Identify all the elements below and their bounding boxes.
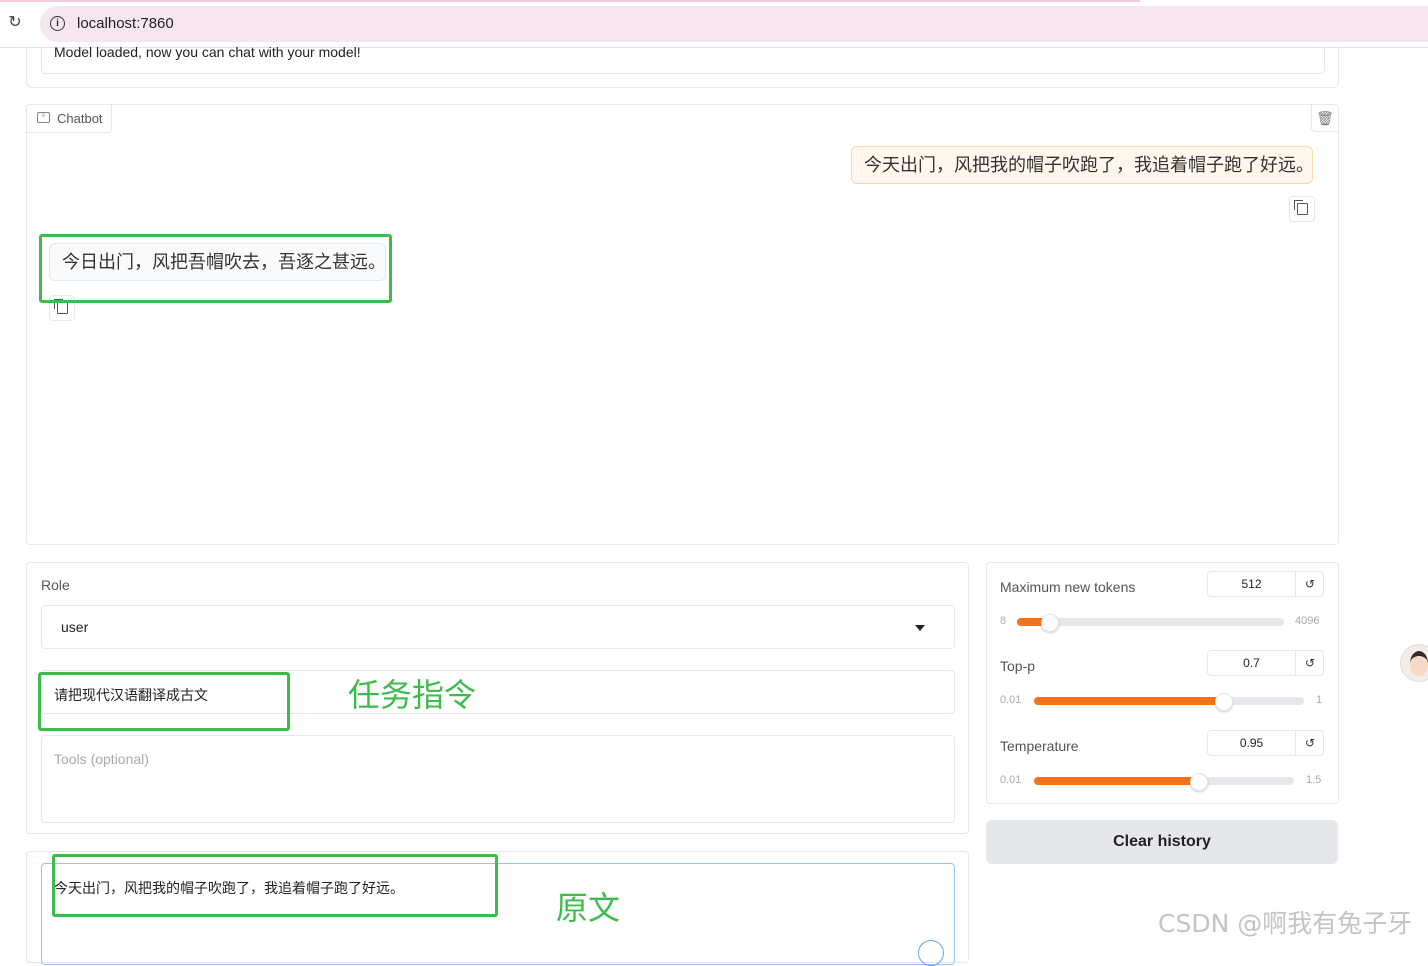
reload-icon[interactable]: ↻ <box>6 14 24 32</box>
browser-address-bar: ↻ i localhost:7860 <box>0 0 1428 48</box>
annotation-label-instruction: 任务指令 <box>348 676 477 714</box>
tools-input[interactable]: Tools (optional) <box>41 735 955 823</box>
slider-min: 0.01 <box>1000 694 1022 706</box>
reset-icon[interactable]: ↺ <box>1295 572 1324 596</box>
watermark: CSDN @啊我有兔子牙 <box>1158 909 1413 938</box>
chatbot-label-text: Chatbot <box>57 111 103 126</box>
number-value: 512 <box>1241 577 1262 591</box>
status-panel: Model loaded, now you can chat with your… <box>26 44 1339 88</box>
slider-track[interactable] <box>1017 614 1284 632</box>
slider-label: Maximum new tokens <box>1000 579 1136 595</box>
reset-icon[interactable]: ↺ <box>1295 651 1324 675</box>
slider-top-p: Top-p 0.7 ↺ 0.01 1 <box>987 650 1338 728</box>
annotation-box-instruction <box>38 672 290 731</box>
slider-label: Top-p <box>1000 658 1036 674</box>
chat-icon: ≡ <box>37 112 50 123</box>
site-info-icon[interactable]: i <box>50 16 65 31</box>
reset-icon[interactable]: ↺ <box>1295 731 1324 755</box>
slider-track[interactable] <box>1034 773 1294 791</box>
slider-max-new-tokens: Maximum new tokens 512 ↺ 8 4096 <box>987 571 1338 649</box>
copy-button[interactable] <box>1289 196 1315 222</box>
role-label: Role <box>41 577 70 593</box>
slider-knob[interactable] <box>1190 773 1208 791</box>
slider-min: 0.01 <box>1000 774 1022 786</box>
annotation-box-source <box>52 854 498 917</box>
slider-label: Temperature <box>1000 738 1079 754</box>
loading-bar <box>0 0 1140 2</box>
number-input[interactable]: 512 ↺ <box>1207 571 1324 597</box>
chatbot-label: ≡ Chatbot <box>27 105 112 133</box>
copy-icon <box>1294 200 1308 215</box>
avatar[interactable] <box>1400 644 1428 682</box>
role-value: user <box>61 619 89 635</box>
number-value: 0.7 <box>1243 656 1260 670</box>
status-text: Model loaded, now you can chat with your… <box>54 44 361 60</box>
slider-knob[interactable] <box>1215 693 1233 711</box>
tools-placeholder: Tools (optional) <box>54 751 149 767</box>
slider-max: 1 <box>1316 694 1323 706</box>
trash-icon[interactable]: 🗑 <box>1311 105 1338 132</box>
slider-min: 8 <box>1000 615 1007 627</box>
url-field[interactable]: i localhost:7860 <box>40 6 1428 42</box>
copy-icon <box>54 299 68 314</box>
slider-track[interactable] <box>1034 693 1304 711</box>
submit-spinner-icon[interactable] <box>918 940 944 966</box>
slider-fill <box>1034 777 1198 785</box>
slider-fill <box>1034 697 1223 705</box>
chatbot: ≡ Chatbot 🗑 今天出门，风把我的帽子吹跑了，我追着帽子跑了好远。 今日… <box>26 104 1339 545</box>
role-dropdown[interactable]: user <box>41 605 955 649</box>
slider-knob[interactable] <box>1041 614 1059 632</box>
number-input[interactable]: 0.7 ↺ <box>1207 650 1324 676</box>
slider-max: 4096 <box>1295 615 1320 627</box>
status-box: Model loaded, now you can chat with your… <box>41 44 1325 74</box>
generation-settings-panel: Maximum new tokens 512 ↺ 8 4096 Top-p 0.… <box>986 562 1339 804</box>
clear-history-button[interactable]: Clear history <box>986 820 1338 864</box>
slider-temperature: Temperature 0.95 ↺ 0.01 1.5 <box>987 730 1338 808</box>
annotation-label-source: 原文 <box>556 889 621 927</box>
chevron-down-icon <box>915 625 925 631</box>
number-value: 0.95 <box>1239 736 1264 750</box>
user-message: 今天出门，风把我的帽子吹跑了，我追着帽子跑了好远。 <box>851 146 1314 184</box>
annotation-box-reply <box>39 234 392 303</box>
slider-max: 1.5 <box>1306 774 1322 786</box>
url-text: localhost:7860 <box>77 15 174 32</box>
number-input[interactable]: 0.95 ↺ <box>1207 730 1324 756</box>
avatar-face-icon <box>1410 651 1428 676</box>
